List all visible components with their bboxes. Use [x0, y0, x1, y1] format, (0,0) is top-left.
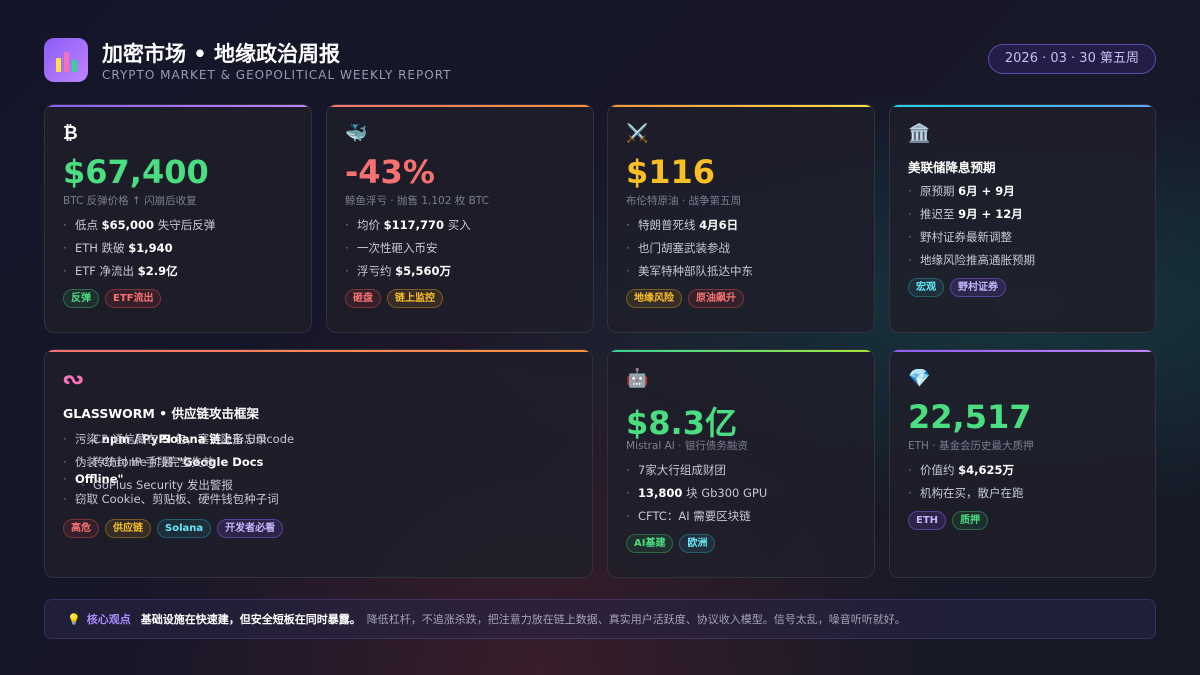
mistral-tags: AI基建 欧洲	[626, 534, 716, 553]
list-item: C2 通信藏在 Solana 链上备忘录	[81, 428, 267, 451]
list-item: 价值约 $4,625万	[908, 459, 1024, 482]
glassworm-heading: GLASSWORM • 供应链攻击框架	[63, 406, 260, 421]
fed-list: 原预期 6月 + 9月 推迟至 9月 + 12月 野村证券最新调整 地缘风险推高…	[908, 180, 1035, 272]
tag-dev-must-read[interactable]: 开发者必看	[217, 519, 284, 538]
list-item: 均价 $117,770 买入	[345, 214, 471, 237]
oil-price-value: $116	[626, 153, 716, 191]
tag-ai-infra[interactable]: AI基建	[626, 534, 674, 553]
tag-solana[interactable]: Solana	[157, 519, 212, 538]
tag-supply-chain[interactable]: 供应链	[105, 519, 151, 538]
list-item: ETF 净流出 $2.9亿	[63, 260, 215, 283]
eth-staked-value: 22,517	[908, 398, 1032, 436]
mistral-card: 🤖 $8.3亿 Mistral AI · 银行债务融资 7家大行组成财团 13,…	[607, 349, 875, 578]
tag-oil-surge[interactable]: 原油飙升	[688, 289, 744, 308]
glassworm-list-right: C2 通信藏在 Solana 链上备忘录 传统封 IP 手段完全失效 GoPlu…	[81, 428, 267, 497]
diamond-icon: 💎	[908, 368, 931, 389]
card-accent-bar	[608, 350, 874, 352]
core-view-label: 核心观点	[86, 613, 131, 626]
fed-heading: 美联储降息预期	[908, 160, 996, 175]
page-subtitle: CRYPTO MARKET & GEOPOLITICAL WEEKLY REPO…	[102, 68, 452, 82]
whale-tags: 砸盘 链上监控	[345, 289, 443, 308]
date-badge: 2026 · 03 · 30 第五周	[987, 44, 1156, 74]
whale-card: 🐳 -43% 鲸鱼浮亏 · 抛售 1,102 枚 BTC 均价 $117,770…	[326, 104, 594, 333]
core-view-text: 降低杠杆，不追涨杀跌，把注意力放在链上数据、真实用户活跃度、协议收入模型。信号太…	[366, 613, 906, 626]
tag-eth[interactable]: ETH	[908, 511, 947, 530]
page-title: 加密市场 • 地缘政治周报	[102, 42, 341, 66]
glassworm-card: ᔓ GLASSWORM • 供应链攻击框架 污染 npm / PyPI 包，塞入…	[44, 349, 593, 578]
tag-rebound[interactable]: 反弹	[63, 289, 99, 308]
list-item: ETH 跌破 $1,940	[63, 237, 215, 260]
list-item: 美军特种部队抵达中东	[626, 260, 753, 283]
whale-caption: 鲸鱼浮亏 · 抛售 1,102 枚 BTC	[345, 195, 489, 207]
tag-high-risk[interactable]: 高危	[63, 519, 99, 538]
tag-staking[interactable]: 质押	[952, 511, 989, 530]
list-item: 低点 $65,000 失守后反弹	[63, 214, 215, 237]
mistral-list: 7家大行组成财团 13,800 块 Gb300 GPU CFTC：AI 需要区块…	[626, 459, 767, 528]
whale-list: 均价 $117,770 买入 一次性砸入币安 浮亏约 $5,560万	[345, 214, 471, 283]
core-view-banner: 💡 核心观点 基础设施在快速建，但安全短板在同时暴露。 降低杠杆，不追涨杀跌，把…	[44, 599, 1156, 639]
list-item: CFTC：AI 需要区块链	[626, 505, 767, 528]
list-item: 浮亏约 $5,560万	[345, 260, 471, 283]
list-item: 也门胡塞武装参战	[626, 237, 753, 260]
btc-list: 低点 $65,000 失守后反弹 ETH 跌破 $1,940 ETF 净流出 $…	[63, 214, 215, 283]
list-item: 传统封 IP 手段完全失效	[81, 451, 267, 474]
oil-tags: 地缘风险 原油飙升	[626, 289, 744, 308]
bank-icon: 🏛️	[908, 123, 931, 144]
bitcoin-icon: ₿	[63, 123, 78, 144]
btc-caption: BTC 反弹价格 ↑ 闪崩后收复	[63, 195, 197, 207]
tag-nomura[interactable]: 野村证券	[950, 278, 1006, 297]
core-view-headline: 基础设施在快速建，但安全短板在同时暴露。	[140, 613, 361, 626]
list-item: GoPlus Security 发出警报	[81, 474, 267, 497]
tag-geo-risk[interactable]: 地缘风险	[626, 289, 682, 308]
report-header: 加密市场 • 地缘政治周报 CRYPTO MARKET & GEOPOLITIC…	[44, 38, 1156, 84]
tag-dump[interactable]: 砸盘	[345, 289, 381, 308]
crossed-swords-icon: ⚔️	[626, 123, 649, 144]
btc-tags: 反弹 ETF流出	[63, 289, 162, 308]
tag-onchain-monitor[interactable]: 链上监控	[387, 289, 443, 308]
eth-caption: ETH · 基金会历史最大质押	[908, 440, 1034, 452]
list-item: 推迟至 9月 + 12月	[908, 203, 1035, 226]
card-accent-bar	[890, 105, 1155, 107]
chart-logo-icon	[44, 38, 88, 82]
tag-macro[interactable]: 宏观	[908, 278, 944, 297]
card-accent-bar	[45, 105, 311, 107]
list-item: 特朗普死线 4月6日	[626, 214, 753, 237]
card-accent-bar	[608, 105, 874, 107]
glassworm-tags: 高危 供应链 Solana 开发者必看	[63, 519, 284, 538]
list-item: 原预期 6月 + 9月	[908, 180, 1035, 203]
list-item: 地缘风险推高通胀预期	[908, 249, 1035, 272]
tag-etf-outflow[interactable]: ETF流出	[105, 289, 162, 308]
list-item: 一次性砸入币安	[345, 237, 471, 260]
oil-caption: 布伦特原油 · 战争第五周	[626, 195, 742, 207]
eth-card: 💎 22,517 ETH · 基金会历史最大质押 价值约 $4,625万 机构在…	[889, 349, 1156, 578]
card-accent-bar	[890, 350, 1155, 352]
worm-icon: ᔓ	[63, 368, 84, 389]
btc-price-value: $67,400	[63, 153, 209, 191]
fed-card: 🏛️ 美联储降息预期 原预期 6月 + 9月 推迟至 9月 + 12月 野村证券…	[889, 104, 1156, 333]
eth-tags: ETH 质押	[908, 511, 989, 530]
robot-icon: 🤖	[626, 368, 649, 389]
list-item: 机构在买，散户在跑	[908, 482, 1024, 505]
card-accent-bar	[45, 350, 592, 352]
list-item: 7家大行组成财团	[626, 459, 767, 482]
lightbulb-icon: 💡	[67, 612, 81, 626]
oil-card: ⚔️ $116 布伦特原油 · 战争第五周 特朗普死线 4月6日 也门胡塞武装参…	[607, 104, 875, 333]
oil-list: 特朗普死线 4月6日 也门胡塞武装参战 美军特种部队抵达中东	[626, 214, 753, 283]
whale-loss-value: -43%	[345, 153, 435, 191]
card-accent-bar	[327, 105, 593, 107]
mistral-caption: Mistral AI · 银行债务融资	[626, 440, 748, 452]
eth-list: 价值约 $4,625万 机构在买，散户在跑	[908, 459, 1024, 505]
whale-icon: 🐳	[345, 123, 368, 144]
tag-europe[interactable]: 欧洲	[679, 534, 716, 553]
fed-tags: 宏观 野村证券	[908, 278, 1006, 297]
list-item: 13,800 块 Gb300 GPU	[626, 482, 767, 505]
btc-card: ₿ $67,400 BTC 反弹价格 ↑ 闪崩后收复 低点 $65,000 失守…	[44, 104, 312, 333]
list-item: 野村证券最新调整	[908, 226, 1035, 249]
